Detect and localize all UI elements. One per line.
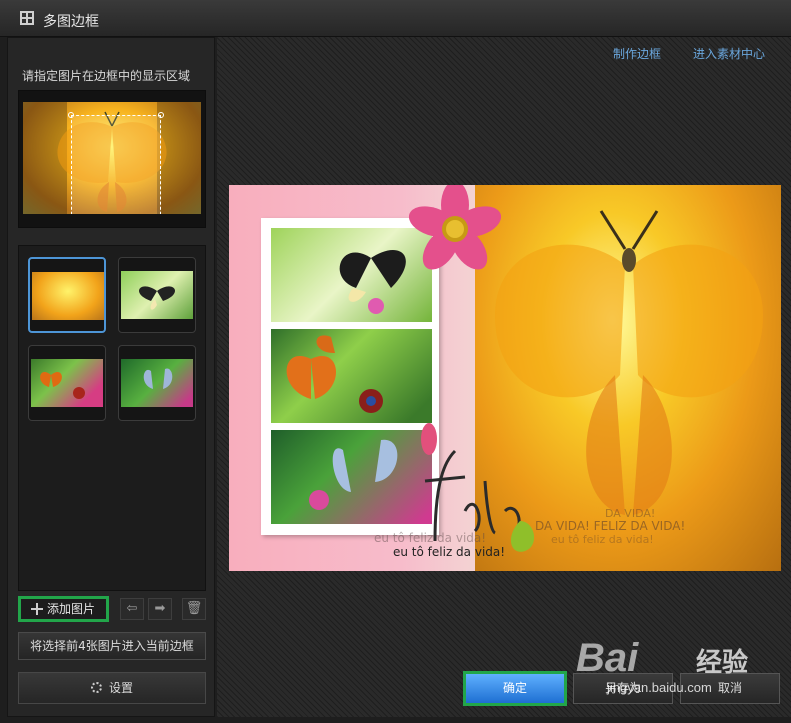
collage-text-3: eu tô feliz da vida! bbox=[551, 533, 654, 546]
flower-ornament bbox=[408, 185, 502, 270]
photo-slot-3[interactable] bbox=[271, 430, 432, 524]
plus-icon bbox=[31, 603, 43, 615]
thumbnail-butterfly-yellow[interactable] bbox=[28, 257, 106, 333]
apply-first-four-button[interactable]: 将选择前4张图片进入当前边框 bbox=[18, 632, 206, 660]
add-image-label: 添加图片 bbox=[47, 602, 96, 616]
baidu-watermark: Bai 经验 jingyan.baidu.com bbox=[576, 636, 781, 704]
image-tools: 添加图片 ⇦ ➡ 🗑 bbox=[18, 596, 206, 622]
arrow-right-icon: ➡ bbox=[154, 601, 166, 616]
watermark-url: jingyan.baidu.com bbox=[607, 680, 712, 695]
arrow-left-icon: ⇦ bbox=[126, 601, 138, 616]
material-center-link[interactable]: 进入素材中心 bbox=[693, 45, 765, 62]
gear-icon bbox=[90, 681, 102, 693]
collage-caption-ghost: eu tô feliz da vida! bbox=[374, 531, 487, 545]
crop-preview-image bbox=[23, 102, 201, 214]
butterfly-icon bbox=[143, 368, 173, 389]
frame-app-icon bbox=[20, 11, 34, 25]
watermark-jingyan: 经验 bbox=[696, 647, 749, 677]
butterfly-icon bbox=[309, 439, 398, 510]
butterfly-icon bbox=[286, 335, 383, 413]
collage-text-2: DA VIDA! FELIZ DA VIDA! bbox=[535, 519, 686, 533]
settings-button[interactable]: 设置 bbox=[18, 672, 206, 704]
crop-instruction: 请指定图片在边框中的显示区域 bbox=[22, 69, 191, 83]
trash-icon: 🗑 bbox=[185, 601, 203, 616]
watermark-logo: Bai bbox=[576, 636, 639, 680]
butterfly-icon bbox=[138, 286, 176, 310]
settings-label: 设置 bbox=[108, 681, 133, 695]
move-left-button[interactable]: ⇦ bbox=[120, 598, 144, 620]
ok-button[interactable]: 确定 bbox=[463, 671, 567, 706]
delete-button[interactable]: 🗑 bbox=[182, 598, 206, 620]
move-right-button[interactable]: ➡ bbox=[148, 598, 172, 620]
thumbnail-butterfly-black[interactable] bbox=[118, 257, 196, 333]
title-bar: 多图边框 bbox=[0, 0, 791, 37]
thumbnail-butterfly-orange[interactable] bbox=[28, 345, 106, 421]
photo-slot-2[interactable] bbox=[271, 329, 432, 423]
frame-preview: eu tô feliz da vida! eu tô feliz da vida… bbox=[229, 185, 781, 571]
collage-caption: eu tô feliz da vida! bbox=[393, 545, 506, 559]
make-frame-link[interactable]: 制作边框 bbox=[613, 45, 661, 62]
thumbnail-butterfly-blue[interactable] bbox=[118, 345, 196, 421]
thumbnail-grid bbox=[18, 245, 206, 591]
window-title: 多图边框 bbox=[43, 14, 99, 30]
crop-area-handle[interactable] bbox=[68, 112, 164, 214]
butterfly-icon bbox=[40, 372, 85, 399]
add-image-button[interactable]: 添加图片 bbox=[18, 596, 109, 622]
crop-preview bbox=[18, 90, 206, 228]
